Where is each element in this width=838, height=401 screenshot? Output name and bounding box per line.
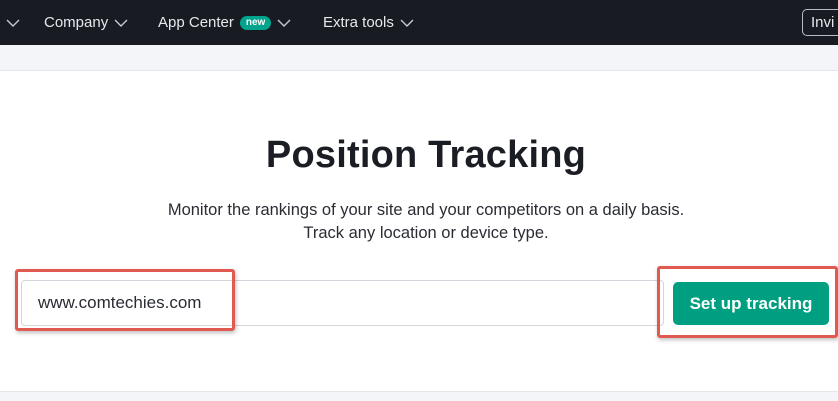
bottom-strip	[0, 391, 838, 401]
page-description-line-2: Track any location or device type.	[303, 224, 549, 242]
page-description-line-1: Monitor the rankings of your site and yo…	[167, 201, 685, 219]
nav-menu-label: Extra tools	[323, 14, 394, 31]
page-title: Position Tracking	[265, 134, 587, 176]
nav-menu-extra-tools[interactable]: Extra tools	[323, 0, 415, 45]
nav-menu-truncated[interactable]	[0, 0, 21, 45]
nav-menu-company[interactable]: Company	[44, 0, 129, 45]
top-navigation-bar: Company App Center new Extra tools Invi	[0, 0, 838, 45]
chevron-down-icon	[5, 18, 21, 28]
chevron-down-icon	[399, 18, 415, 28]
nav-menu-label: App Center	[158, 14, 234, 31]
sub-header-strip	[0, 45, 838, 71]
domain-input[interactable]	[21, 280, 664, 326]
nav-menu-label: Company	[44, 14, 109, 31]
new-badge: new	[239, 15, 272, 30]
invite-button[interactable]: Invi	[802, 9, 838, 36]
chevron-down-icon	[113, 18, 129, 28]
nav-menu-app-center[interactable]: App Center new	[158, 0, 292, 45]
chevron-down-icon	[276, 18, 292, 28]
set-up-tracking-button[interactable]: Set up tracking	[673, 282, 829, 325]
